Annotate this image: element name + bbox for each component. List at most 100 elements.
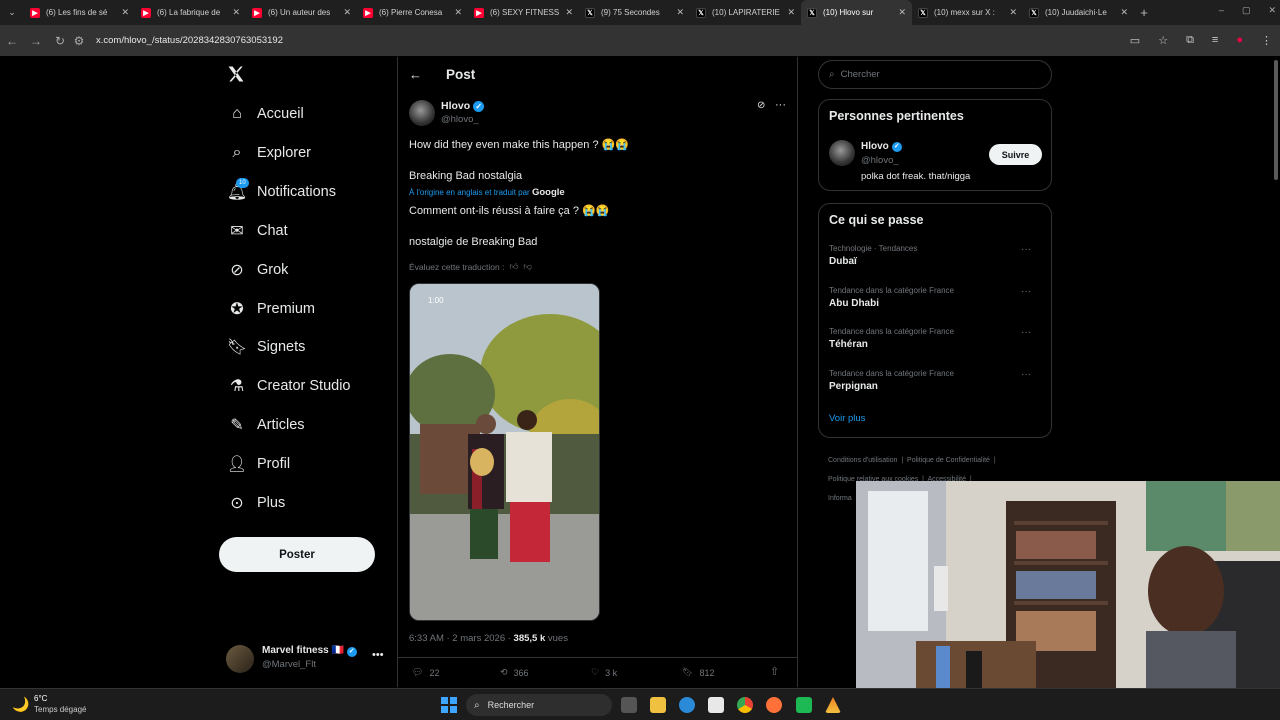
extensions-icon[interactable]: ⧉ xyxy=(1186,34,1194,47)
repost-icon: ⟲ xyxy=(500,667,508,677)
store-icon[interactable] xyxy=(708,697,724,713)
browser-tab[interactable]: ▶ (6) Pierre Conesa ✕ xyxy=(357,0,468,25)
reload-icon[interactable]: ↻ xyxy=(48,34,72,48)
thumbs-down-icon[interactable]: 👎︎ xyxy=(523,261,532,272)
footer-link[interactable]: Politique de Confidentialité xyxy=(907,457,990,464)
close-window-icon[interactable]: ✕ xyxy=(1268,5,1276,16)
browser-tab[interactable]: ▶ (6) Les fins de sé ✕ xyxy=(24,0,135,25)
tab-close-icon[interactable]: ✕ xyxy=(1009,7,1017,18)
tab-close-icon[interactable]: ✕ xyxy=(232,7,240,18)
tab-close-icon[interactable]: ✕ xyxy=(121,7,129,18)
forward-icon[interactable]: → xyxy=(24,34,48,48)
sidebar-item-grok[interactable]: ⊘ Grok xyxy=(226,256,288,284)
like-button[interactable]: ♡ 3 k xyxy=(591,667,617,678)
search-box[interactable]: ⌕ Chercher xyxy=(818,60,1052,89)
windows-start-icon[interactable] xyxy=(441,697,457,713)
author-handle[interactable]: @hlovo_ xyxy=(441,114,479,125)
taskbar-search[interactable]: ⌕ Rechercher xyxy=(466,694,612,716)
relevant-avatar[interactable] xyxy=(829,140,855,166)
minimize-icon[interactable]: – xyxy=(1219,5,1224,16)
weather-temp[interactable]: 6°C xyxy=(34,694,47,703)
sidebar-item-articles[interactable]: ✎ Articles xyxy=(226,411,304,439)
browser-tab[interactable]: 𝕏 (9) 75 Secondes ✕ xyxy=(579,0,690,25)
show-more-link[interactable]: Voir plus xyxy=(829,413,865,424)
sidebar-item-accueil[interactable]: ⌂ Accueil xyxy=(226,100,304,128)
account-more-icon[interactable]: ••• xyxy=(372,649,384,661)
back-icon[interactable]: ← xyxy=(0,34,24,48)
tab-close-icon[interactable]: ✕ xyxy=(898,7,906,18)
browser-tab[interactable]: ▶ (6) La fabrique de ✕ xyxy=(135,0,246,25)
browser-tab[interactable]: 𝕏 (10) mexx sur X : ✕ xyxy=(912,0,1023,25)
sidebar-item-notifications[interactable]: 🔔︎ 10 Notifications xyxy=(226,177,336,206)
edge-icon[interactable] xyxy=(679,697,695,713)
share-icon[interactable]: ⇧ xyxy=(770,665,779,678)
trend-item[interactable]: Tendance dans la catégorie France Perpign… xyxy=(829,369,1043,403)
trend-more-icon[interactable]: ··· xyxy=(1021,327,1031,338)
author-name[interactable]: Hlovo ✓ xyxy=(441,100,485,112)
file-explorer-icon[interactable] xyxy=(650,697,666,713)
trend-item[interactable]: Tendance dans la catégorie France Abu Dha… xyxy=(829,286,1043,320)
browser-tab[interactable]: 𝕏 (10) Hlovo sur ✕ xyxy=(801,0,912,25)
browser-tab[interactable]: ▶ (6) Un auteur des ✕ xyxy=(246,0,357,25)
trend-item[interactable]: Technologie · Tendances Dubaï ··· xyxy=(829,244,1043,278)
menu-icon[interactable]: ⋮ xyxy=(1261,34,1272,47)
task-view-icon[interactable] xyxy=(621,697,637,713)
trend-item[interactable]: Tendance dans la catégorie France Téhéran… xyxy=(829,327,1043,361)
author-avatar[interactable] xyxy=(409,100,435,126)
relevant-name[interactable]: Hlovo ✓ xyxy=(861,141,902,152)
firefox-icon[interactable] xyxy=(766,697,782,713)
trend-more-icon[interactable]: ··· xyxy=(1021,369,1031,380)
media-icon[interactable]: ≡ xyxy=(1212,34,1218,47)
browser-toolbar: ▭ ☆ ⧉ ≡ ● ⋮ xyxy=(1130,34,1272,47)
browser-tab[interactable]: ▶ (6) SEXY FITNESS ✕ xyxy=(468,0,579,25)
site-info-icon[interactable]: ⚙ xyxy=(72,34,86,48)
browser-tab[interactable]: 𝕏 (10) Juudaichi·Le ✕ xyxy=(1023,0,1134,25)
vlc-icon[interactable] xyxy=(825,697,841,713)
thumbs-up-icon[interactable]: 👍︎ xyxy=(509,261,518,272)
weather-desc[interactable]: Temps dégagé xyxy=(34,705,86,714)
repost-button[interactable]: ⟲ 366 xyxy=(500,667,529,678)
trend-more-icon[interactable]: ··· xyxy=(1021,286,1031,297)
sidebar-item-signets[interactable]: 🔖︎ Signets xyxy=(226,333,306,361)
tab-close-icon[interactable]: ✕ xyxy=(787,7,795,18)
grok-icon[interactable]: ⊘ xyxy=(757,100,765,111)
tab-close-icon[interactable]: ✕ xyxy=(343,7,351,18)
sidebar-item-premium[interactable]: ✪ Premium xyxy=(226,295,315,323)
sidebar-item-profil[interactable]: 👤︎ Profil xyxy=(226,450,290,478)
tab-close-icon[interactable]: ✕ xyxy=(676,7,684,18)
post-more-icon[interactable]: ··· xyxy=(775,99,786,111)
page-title: Post xyxy=(446,67,476,82)
tab-close-icon[interactable]: ✕ xyxy=(454,7,462,18)
cast-icon[interactable]: ▭ xyxy=(1130,34,1140,47)
bookmark-button[interactable]: 🔖︎ 812 xyxy=(682,667,714,678)
maximize-icon[interactable]: ▢ xyxy=(1242,5,1251,16)
tab-close-icon[interactable]: ✕ xyxy=(1120,7,1128,18)
url-field[interactable]: x.com/hlovo_/status/2028342830763053192 xyxy=(96,35,283,46)
sidebar-item-chat[interactable]: ✉ Chat xyxy=(226,217,287,245)
account-switcher[interactable]: Marvel fitness 🇫🇷 ✓ @Marvel_Flt ••• xyxy=(226,643,386,673)
x-logo-icon[interactable] xyxy=(226,64,246,89)
trend-category: Tendance dans la catégorie France xyxy=(829,285,954,295)
new-tab-button[interactable]: + xyxy=(1134,5,1154,20)
sidebar-item-plus[interactable]: ⊙ Plus xyxy=(226,489,285,517)
footer-link[interactable]: Conditions d'utilisation xyxy=(828,457,897,464)
sidebar-item-explorer[interactable]: ⌕ Explorer xyxy=(226,139,311,167)
post-button[interactable]: Poster xyxy=(219,537,375,572)
footer-link[interactable]: Informa xyxy=(828,495,852,502)
tab-list-chevron-icon[interactable]: ⌄ xyxy=(0,7,24,18)
follow-button[interactable]: Suivre xyxy=(989,144,1042,165)
profile-icon[interactable]: ● xyxy=(1236,34,1243,47)
reply-button[interactable]: 💬︎ 22 xyxy=(412,667,439,678)
post-video[interactable]: 1:00 xyxy=(409,283,600,621)
star-icon[interactable]: ☆ xyxy=(1158,34,1168,47)
app-icon[interactable] xyxy=(796,697,812,713)
trend-more-icon[interactable]: ··· xyxy=(1021,244,1031,255)
page-scrollbar[interactable] xyxy=(1274,60,1278,180)
chrome-icon[interactable] xyxy=(737,697,753,713)
sidebar-item-creator-studio[interactable]: ⚗ Creator Studio xyxy=(226,372,351,400)
browser-tab[interactable]: 𝕏 (10) LAPIRATERIE ✕ xyxy=(690,0,801,25)
back-arrow-icon[interactable]: ← xyxy=(409,67,422,82)
tab-close-icon[interactable]: ✕ xyxy=(565,7,573,18)
search-input[interactable]: Chercher xyxy=(841,69,880,80)
x-icon: 𝕏 xyxy=(918,7,928,18)
